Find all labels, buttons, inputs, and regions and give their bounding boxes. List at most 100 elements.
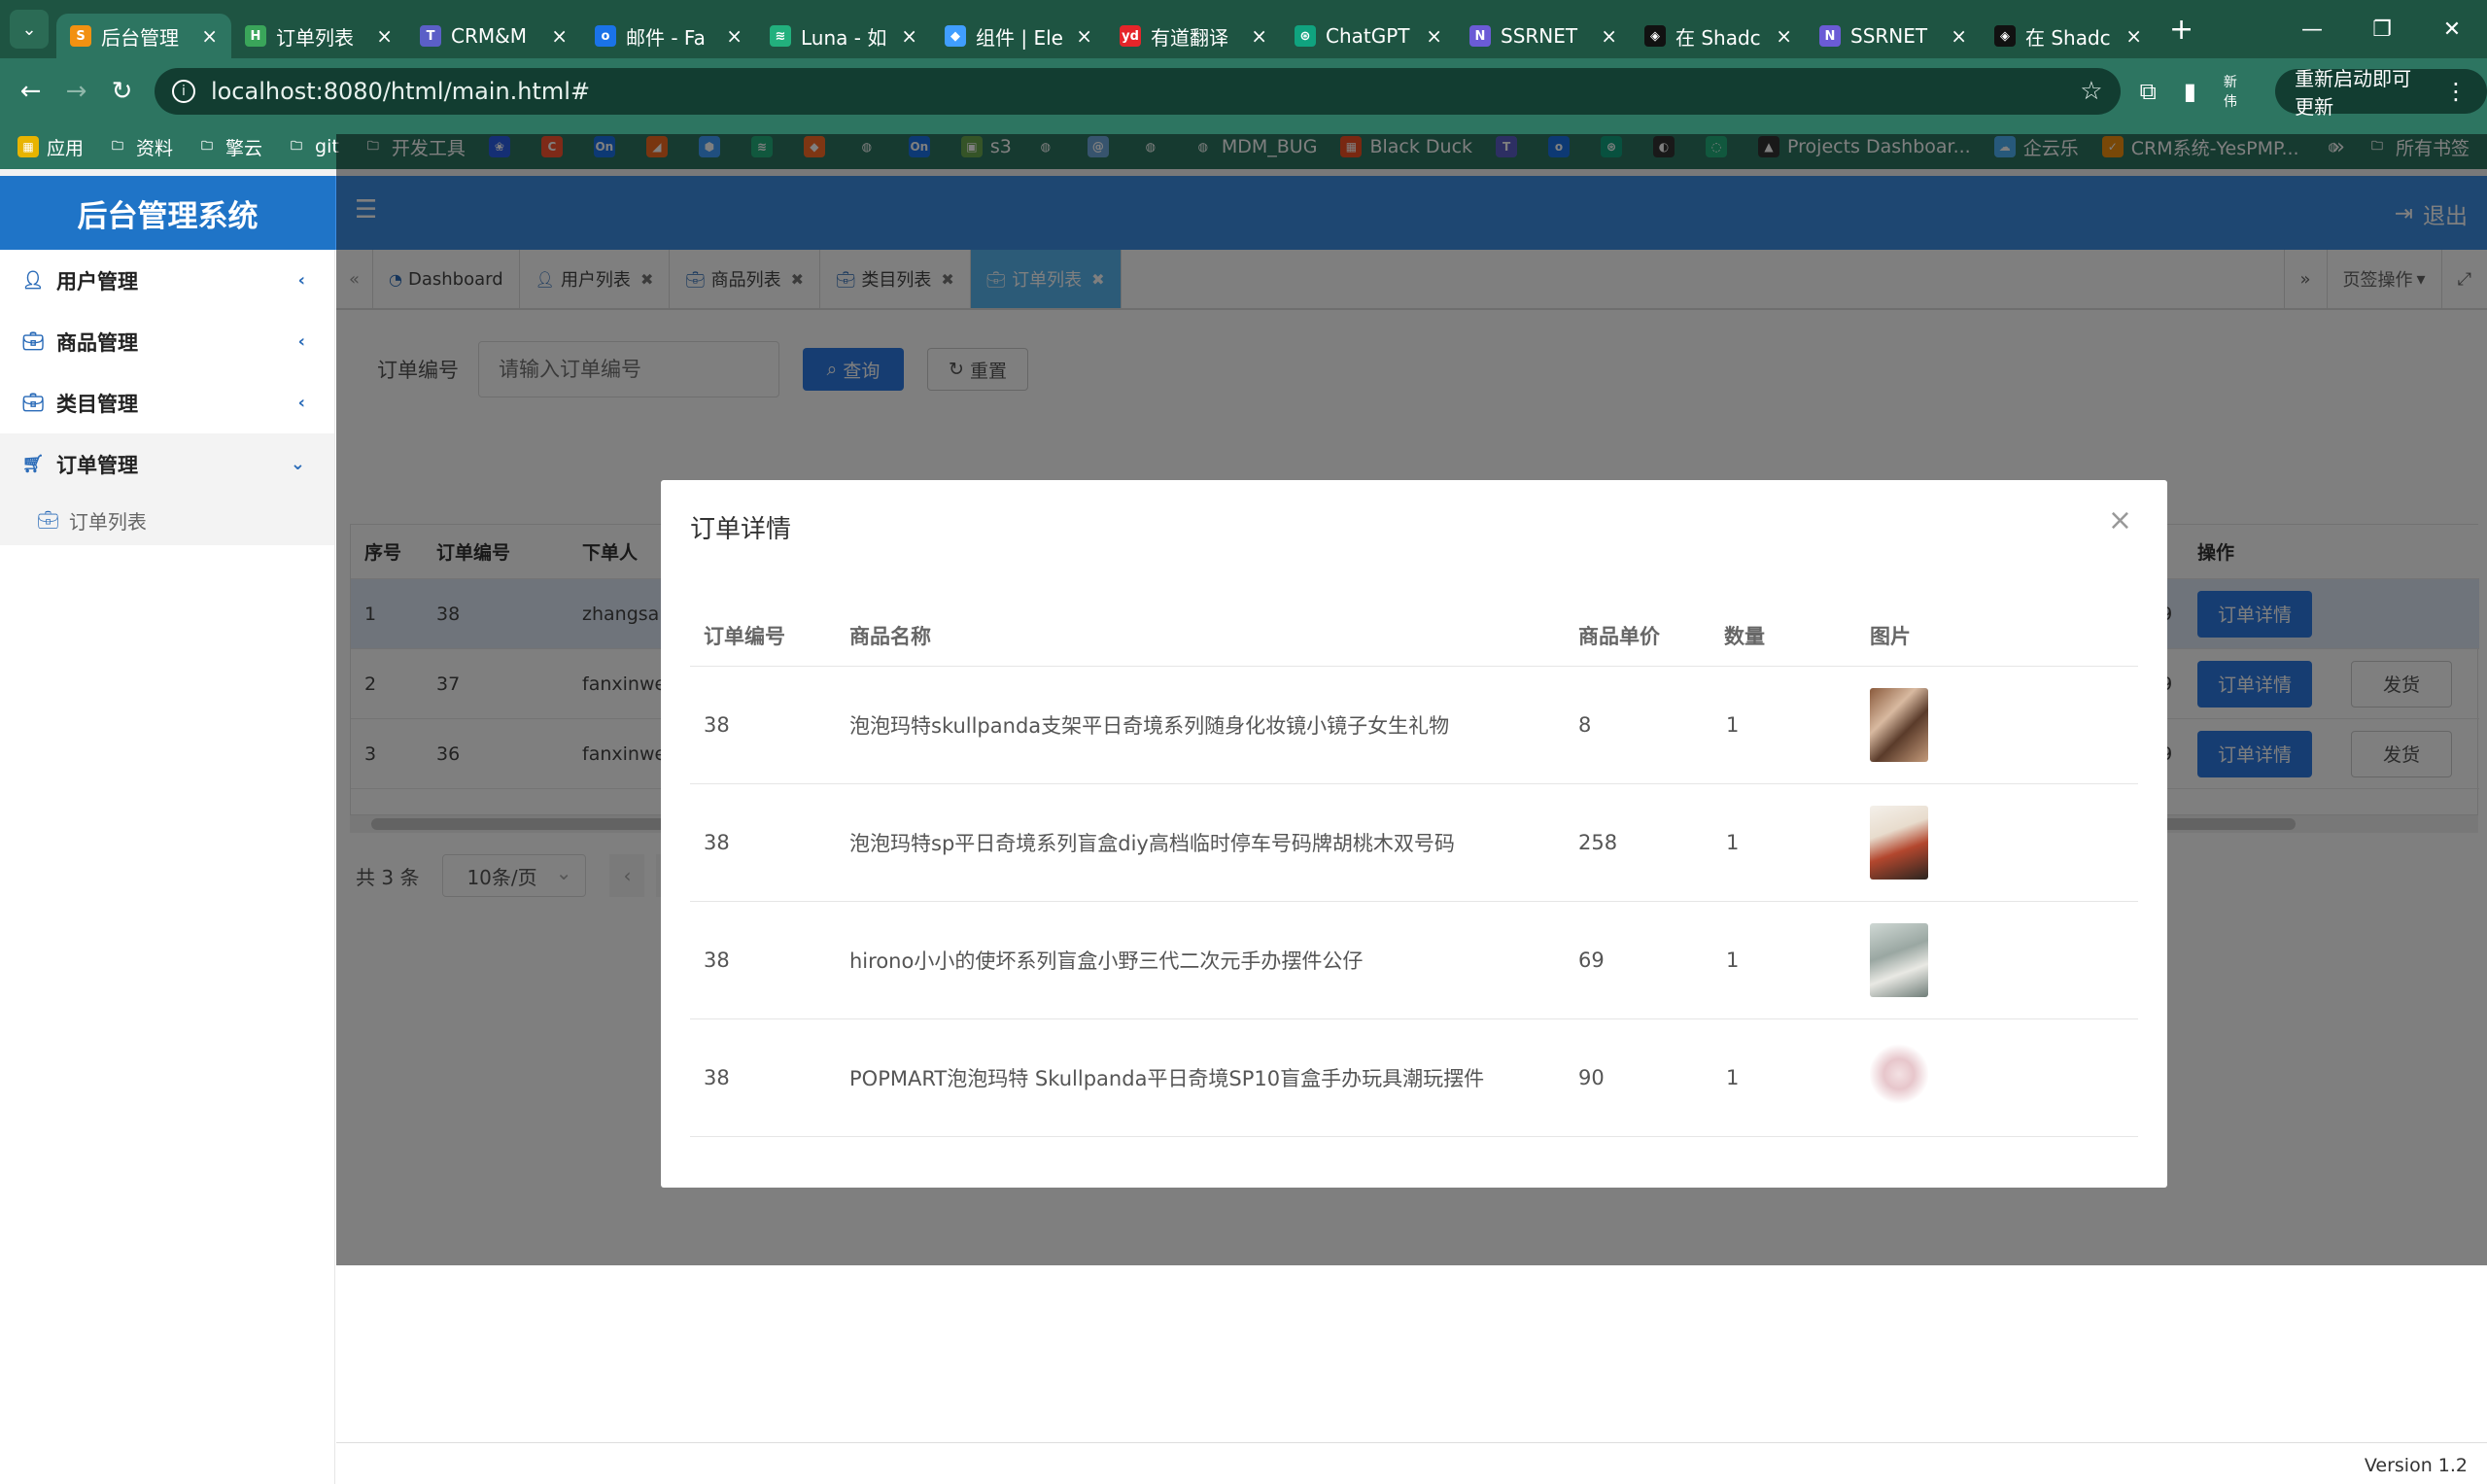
sidebar-item-2[interactable]: 💼︎ 商品管理 ‹ [0, 311, 334, 372]
bookmark-item[interactable]: 🗀 git [286, 136, 339, 157]
briefcase-icon: 💼︎ [21, 393, 45, 413]
shield-icon: ◈ [1644, 25, 1666, 47]
reload-button[interactable]: ↻ [99, 77, 145, 106]
browser-tab-title: SSRNET [1501, 24, 1578, 48]
sidebar-item-label: 类目管理 [56, 392, 138, 416]
close-tab-icon[interactable]: × [1951, 24, 1967, 48]
hirono-figure-product-image[interactable] [1870, 923, 1928, 997]
close-window-button[interactable]: ✕ [2417, 0, 2487, 58]
item-quantity: 1 [1726, 949, 1740, 972]
item-order-no: 38 [704, 713, 730, 737]
sidebar: 👤︎ 用户管理 ‹ 💼︎ 商品管理 ‹ 💼︎ 类目管理 ‹ 🛒︎ 订单管理 ⌄ 💼︎ 订单列表 [0, 250, 335, 1484]
shield-icon: ◈ [1994, 25, 2016, 47]
close-tab-icon[interactable]: × [1776, 24, 1792, 48]
item-unit-price: 69 [1578, 949, 1605, 972]
dialog-title: 订单详情 [690, 515, 792, 544]
site-info-icon[interactable]: i [171, 80, 195, 103]
close-icon[interactable]: × [2108, 503, 2132, 537]
sidebar-item-1[interactable]: 👤︎ 用户管理 ‹ [0, 250, 334, 311]
sidebar-item-label: 商品管理 [56, 330, 138, 355]
browser-tab-strip: ⌄ S 后台管理 × H 订单列表 × T CRM&M × o 邮件 - Fa × ≋ Luna - 如 ×… [0, 0, 2487, 58]
order-item-row: 38 hirono小小的使坏系列盲盒小野三代二次元手办摆件公仔 69 1 [690, 902, 2138, 1019]
bookmark-item[interactable]: 🗀 擎云 [196, 134, 262, 160]
forward-button[interactable]: → [53, 77, 99, 106]
tab-search-button[interactable]: ⌄ [10, 10, 49, 49]
browser-tab[interactable]: ◈ 在 Shadc × [1981, 14, 2156, 58]
browser-tab[interactable]: S 后台管理 × [56, 14, 231, 58]
item-image-cell [1870, 667, 1928, 783]
folder-icon: 🗀 [112, 138, 124, 153]
close-tab-icon[interactable]: × [1601, 24, 1617, 48]
close-tab-icon[interactable]: × [1076, 24, 1092, 48]
browser-tab-title: CRM&M [451, 24, 527, 48]
update-button[interactable]: 重新启动即可更新 ⋮ [2275, 67, 2487, 119]
item-product-name: 泡泡玛特sp平日奇境系列盲盒diy高档临时停车号码牌胡桃木双号码 [849, 832, 1455, 855]
new-tab-button[interactable]: + [2169, 13, 2193, 47]
bookmark-item[interactable]: 🗀 资料 [107, 134, 173, 160]
browser-tab-title: Luna - 如 [801, 25, 887, 50]
browser-tab[interactable]: ◆ 组件 | Ele × [931, 14, 1106, 58]
more-menu-icon[interactable]: ⋮ [2444, 78, 2468, 105]
close-tab-icon[interactable]: × [726, 24, 743, 48]
parking-plate-product-image[interactable] [1870, 806, 1928, 880]
browser-tab[interactable]: o 邮件 - Fa × [581, 14, 756, 58]
browser-tab[interactable]: ◈ 在 Shadc × [1631, 14, 1806, 58]
ssrnet-icon: N [1469, 25, 1491, 47]
col-quantity: 数量 [1724, 624, 1765, 648]
item-quantity: 1 [1726, 831, 1740, 854]
folder-icon: 🗀 [201, 138, 214, 153]
close-tab-icon[interactable]: × [1251, 24, 1267, 48]
browser-tab-title: SSRNET [1850, 24, 1928, 48]
sidebar-sub-order-list[interactable]: 💼︎ 订单列表 [0, 495, 334, 545]
luna-icon: ≋ [770, 25, 791, 47]
close-tab-icon[interactable]: × [376, 24, 393, 48]
items-table-header: 订单编号 商品名称 商品单价 数量 图片 [690, 604, 2138, 667]
browser-tab[interactable]: yd 有道翻译 × [1106, 14, 1281, 58]
bookmark-item[interactable]: ▦ 应用 [17, 134, 84, 160]
sidebar-item-label: 用户管理 [56, 269, 138, 293]
skullpanda-figure-product-image[interactable] [1870, 1041, 1928, 1115]
back-button[interactable]: ← [8, 77, 53, 106]
bookmark-star-icon[interactable]: ☆ [2080, 77, 2102, 106]
item-order-no: 38 [704, 831, 730, 854]
browser-tab[interactable]: T CRM&M × [406, 14, 581, 58]
item-product-name: hirono小小的使坏系列盲盒小野三代二次元手办摆件公仔 [849, 949, 1364, 973]
close-tab-icon[interactable]: × [1426, 24, 1442, 48]
url-text: localhost:8080/html/main.html# [210, 78, 591, 105]
bookmark-label: 资料 [136, 137, 174, 159]
browser-tab-title: 在 Shadc [1675, 25, 1761, 50]
window-controls: — ❐ ✕ [2277, 0, 2487, 58]
extensions-icon[interactable]: ⧉ [2140, 78, 2157, 105]
browser-tab-title: ChatGPT [1326, 24, 1410, 48]
sidebar-toggle-icon[interactable]: ▮ [2184, 78, 2196, 105]
ssrnet-icon: N [1819, 25, 1841, 47]
profile-badge[interactable]: 新伟 [2224, 72, 2248, 111]
browser-tab[interactable]: H 订单列表 × [231, 14, 406, 58]
order-items-table: 订单编号 商品名称 商品单价 数量 图片 38 泡泡玛特skullpanda支架平… [690, 604, 2138, 1137]
item-unit-price: 90 [1578, 1066, 1605, 1089]
browser-tab-title: 订单列表 [276, 25, 354, 50]
app-logo-title: 后台管理系统 [0, 176, 335, 250]
close-tab-icon[interactable]: × [201, 24, 218, 48]
sidebar-item-3[interactable]: 💼︎ 类目管理 ‹ [0, 372, 334, 433]
sidebar-sub-label: 订单列表 [68, 509, 147, 534]
address-bar[interactable]: i localhost:8080/html/main.html# ☆ [154, 68, 2121, 115]
chevron-left-icon: ‹ [297, 331, 305, 352]
minimize-button[interactable]: — [2277, 0, 2347, 58]
browser-tab-title: 组件 | Ele [976, 25, 1063, 50]
browser-tab[interactable]: ≋ Luna - 如 × [756, 14, 931, 58]
col-product-name: 商品名称 [849, 624, 931, 648]
chevron-down-icon: ⌄ [290, 454, 305, 474]
close-tab-icon[interactable]: × [901, 24, 917, 48]
restore-button[interactable]: ❐ [2347, 0, 2417, 58]
browser-tab[interactable]: ⊛ ChatGPT × [1281, 14, 1456, 58]
mirror-product-image[interactable] [1870, 688, 1928, 762]
browser-tab[interactable]: N SSRNET × [1456, 14, 1631, 58]
sidebar-item-label: 订单管理 [56, 453, 138, 477]
browser-tab[interactable]: N SSRNET × [1806, 14, 1981, 58]
browser-tab-title: 有道翻译 [1151, 25, 1228, 50]
bookmark-label: 应用 [47, 137, 85, 159]
close-tab-icon[interactable]: × [551, 24, 568, 48]
sidebar-item-4[interactable]: 🛒︎ 订单管理 ⌄ [0, 433, 334, 495]
close-tab-icon[interactable]: × [2125, 24, 2142, 48]
